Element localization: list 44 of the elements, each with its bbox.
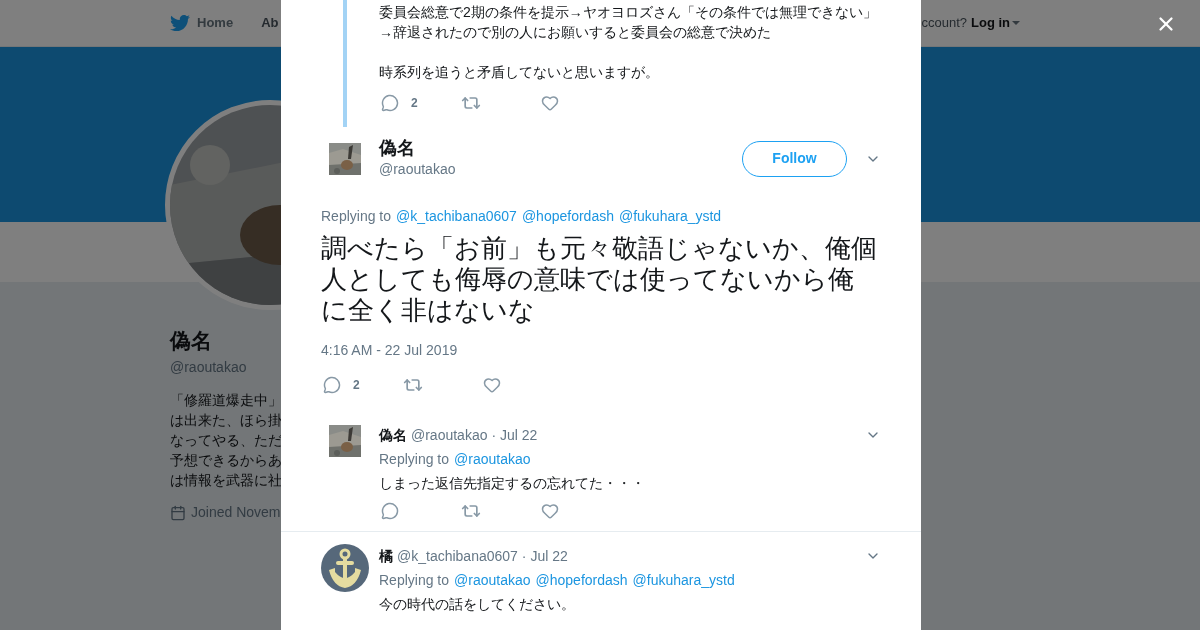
replying-label: Replying to [321,207,392,226]
calendar-icon [170,504,186,521]
mention-link[interactable]: @hopefordash [521,206,614,227]
mention-link[interactable]: @fukuhara_ystd [618,206,722,227]
mention-link[interactable]: @k_tachibana0607 [396,206,517,227]
mention-link[interactable]: @hopefordash [535,568,628,592]
tweet-date: · Jul 22 [491,426,538,445]
profile-bio: 「修羅道爆走中」 は出来た、ほら掛 なってやる、ただ 予想できるからあ は情報を武器に社 [170,391,282,490]
profile-handle: @raoutakao [170,358,247,377]
mention-link[interactable]: @raoutakao [454,447,531,471]
like-icon[interactable] [483,376,501,394]
mention-link[interactable]: @fukuhara_ystd [632,568,735,592]
reply-icon[interactable] [381,94,399,112]
home-link[interactable]: Home [197,13,234,33]
bird-icon[interactable] [170,13,190,33]
replying-label: Replying to [379,571,450,590]
tweet-date: · Jul 22 [521,547,568,566]
account-prompt: ccount? [921,14,967,33]
tweet-text: しまった返信先指定するの忘れてた・・・ [379,474,646,493]
author-handle: @k_tachibana0607 [397,547,518,566]
mention-link[interactable]: @raoutakao [454,568,531,592]
like-icon[interactable] [541,502,559,520]
tweet-text: 今の時代の話をしてください。 [379,595,576,614]
tweet-text: 委員会総意で2期の条件を提示→ヤオヨロズさん「その条件では無理できない」 →辞退されたので別の人にお願いすると委員会の総意で決めた [379,3,878,42]
reply-count: 2 [353,377,360,394]
profile-name: 偽名 [170,328,212,354]
reply-count: 2 [411,95,418,112]
anchor-icon [321,544,369,592]
author-name: 偽名 [379,137,416,159]
author-name: 偽名 [379,426,407,445]
tweet-text: 調べたら「お前」も元々敬語じゃないか、俺個人としても侮辱の意味では使ってないから俺に全く非はないな [321,233,877,326]
caret-icon [1012,21,1020,25]
author-handle: @raoutakao [411,426,488,445]
like-icon[interactable] [541,94,559,112]
joined-date: Joined Novem [191,503,281,522]
reply-icon[interactable] [323,376,341,394]
author-handle: @raoutakao [379,160,457,179]
login-link[interactable]: Log in [971,13,1020,33]
replying-label: Replying to [379,450,450,469]
author-name: 橘 [379,547,393,566]
reply-icon[interactable] [381,502,399,520]
about-link[interactable]: Ab [261,13,279,33]
tweet-timestamp: 4:16 AM - 22 Jul 2019 [321,341,459,360]
tweet-text: 時系列を追うと矛盾してないと思いますが。 [379,63,660,82]
